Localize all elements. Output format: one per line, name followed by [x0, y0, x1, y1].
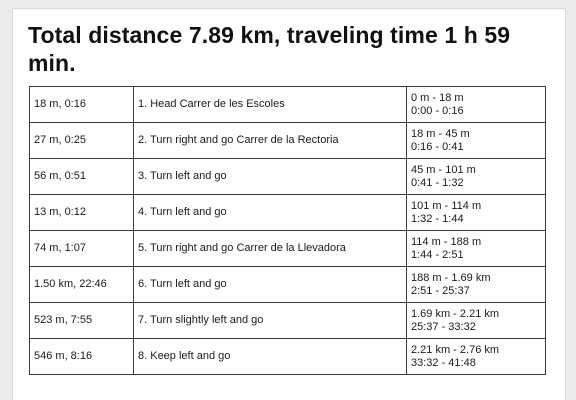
step-instruction: 2. Turn right and go Carrer de la Rector… [133, 122, 407, 159]
step-cumulative-range: 114 m - 188 m 1:44 - 2:51 [406, 230, 546, 267]
step-time-range: 25:37 - 33:32 [411, 320, 476, 333]
step-distance-range: 18 m - 45 m [411, 127, 470, 140]
table-row: 523 m, 7:55 7. Turn slightly left and go… [29, 302, 546, 339]
step-cumulative-range: 45 m - 101 m 0:41 - 1:32 [406, 158, 546, 195]
route-summary-title: Total distance 7.89 km, traveling time 1… [28, 22, 511, 76]
table-row: 1.50 km, 22:46 6. Turn left and go 188 m… [29, 266, 546, 303]
step-cumulative-range: 188 m - 1.69 km 2:51 - 25:37 [406, 266, 546, 303]
step-instruction: 4. Turn left and go [133, 194, 407, 231]
step-cumulative-range: 0 m - 18 m 0:00 - 0:16 [406, 86, 546, 123]
step-distance-range: 2.21 km - 2.76 km [411, 343, 500, 356]
step-time-range: 0:00 - 0:16 [411, 104, 464, 117]
step-cumulative-range: 18 m - 45 m 0:16 - 0:41 [406, 122, 546, 159]
step-distance-range: 101 m - 114 m [411, 199, 482, 212]
step-distance-range: 188 m - 1.69 km [411, 271, 491, 284]
step-distance-time: 523 m, 7:55 [29, 302, 134, 339]
step-time-range: 2:51 - 25:37 [411, 284, 470, 297]
step-cumulative-range: 101 m - 114 m 1:32 - 1:44 [406, 194, 546, 231]
step-distance-range: 45 m - 101 m [411, 163, 476, 176]
step-distance-time: 1.50 km, 22:46 [29, 266, 134, 303]
step-distance-time: 18 m, 0:16 [29, 86, 134, 123]
step-distance-time: 74 m, 1:07 [29, 230, 134, 267]
table-row: 56 m, 0:51 3. Turn left and go 45 m - 10… [29, 158, 546, 195]
step-time-range: 0:41 - 1:32 [411, 176, 464, 189]
step-instruction: 5. Turn right and go Carrer de la Llevad… [133, 230, 407, 267]
step-time-range: 1:44 - 2:51 [411, 248, 464, 261]
step-time-range: 33:32 - 41:48 [411, 356, 476, 369]
step-distance-range: 0 m - 18 m [411, 91, 464, 104]
table-row: 74 m, 1:07 5. Turn right and go Carrer d… [29, 230, 546, 267]
step-distance-time: 27 m, 0:25 [29, 122, 134, 159]
table-row: 13 m, 0:12 4. Turn left and go 101 m - 1… [29, 194, 546, 231]
table-row: 546 m, 8:16 8. Keep left and go 2.21 km … [29, 338, 546, 375]
step-distance-range: 114 m - 188 m [411, 235, 482, 248]
step-cumulative-range: 2.21 km - 2.76 km 33:32 - 41:48 [406, 338, 546, 375]
step-distance-time: 13 m, 0:12 [29, 194, 134, 231]
step-instruction: 8. Keep left and go [133, 338, 407, 375]
route-steps-table: 18 m, 0:16 1. Head Carrer de les Escoles… [29, 86, 546, 375]
step-time-range: 0:16 - 0:41 [411, 140, 464, 153]
step-instruction: 6. Turn left and go [133, 266, 407, 303]
step-distance-range: 1.69 km - 2.21 km [411, 307, 500, 320]
step-instruction: 1. Head Carrer de les Escoles [133, 86, 407, 123]
step-instruction: 7. Turn slightly left and go [133, 302, 407, 339]
step-instruction: 3. Turn left and go [133, 158, 407, 195]
step-distance-time: 546 m, 8:16 [29, 338, 134, 375]
table-row: 27 m, 0:25 2. Turn right and go Carrer d… [29, 122, 546, 159]
step-time-range: 1:32 - 1:44 [411, 212, 464, 225]
step-distance-time: 56 m, 0:51 [29, 158, 134, 195]
step-cumulative-range: 1.69 km - 2.21 km 25:37 - 33:32 [406, 302, 546, 339]
table-row: 18 m, 0:16 1. Head Carrer de les Escoles… [29, 86, 546, 123]
